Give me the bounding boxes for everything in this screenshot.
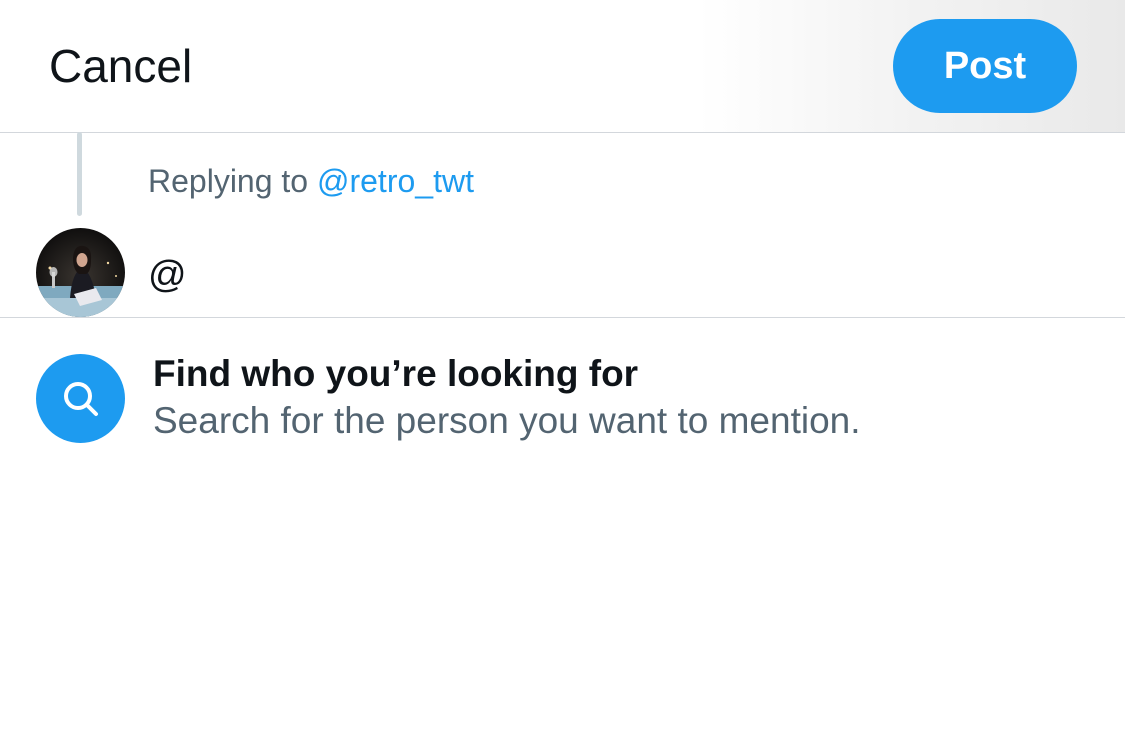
post-button[interactable]: Post — [893, 19, 1077, 113]
compose-input[interactable]: @ — [148, 252, 187, 298]
replying-to-text: Replying to @retro_twt — [148, 160, 474, 202]
magnifier-glyph — [63, 381, 98, 416]
compose-reply-screen: Cancel Post Replying to @retro_twt @ Fin… — [0, 0, 1125, 742]
mention-hint-subtitle: Search for the person you want to mentio… — [153, 400, 861, 441]
search-icon — [36, 354, 125, 443]
mention-hint-title: Find who you’re looking for — [153, 353, 639, 394]
thread-connector-line — [77, 132, 82, 216]
avatar[interactable] — [36, 228, 125, 317]
cancel-button[interactable]: Cancel — [49, 38, 192, 94]
replying-to-handle-link[interactable]: @retro_twt — [317, 163, 474, 199]
avatar-image — [36, 228, 125, 317]
divider — [0, 317, 1125, 318]
replying-to-prefix: Replying to — [148, 163, 317, 199]
top-bar: Cancel Post — [0, 0, 1125, 133]
